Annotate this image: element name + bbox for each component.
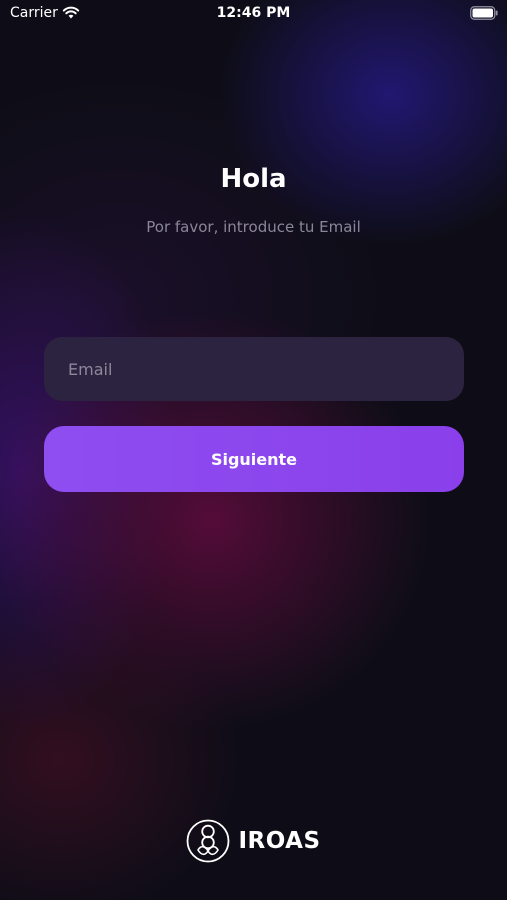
page-subtitle: Por favor, introduce tu Email <box>146 218 361 236</box>
page-title: Hola <box>220 164 287 194</box>
status-time: 12:46 PM <box>216 5 291 21</box>
brand: IROAS <box>0 818 507 864</box>
login-screen: Carrier 12:46 PM Hola Por favor, introdu… <box>0 0 507 900</box>
iroas-logo-icon <box>187 819 230 863</box>
next-button[interactable]: Siguiente <box>44 426 464 492</box>
status-bar: Carrier 12:46 PM <box>0 0 507 28</box>
brand-name: IROAS <box>238 828 321 854</box>
email-field[interactable] <box>44 337 464 401</box>
battery-icon <box>470 6 498 20</box>
